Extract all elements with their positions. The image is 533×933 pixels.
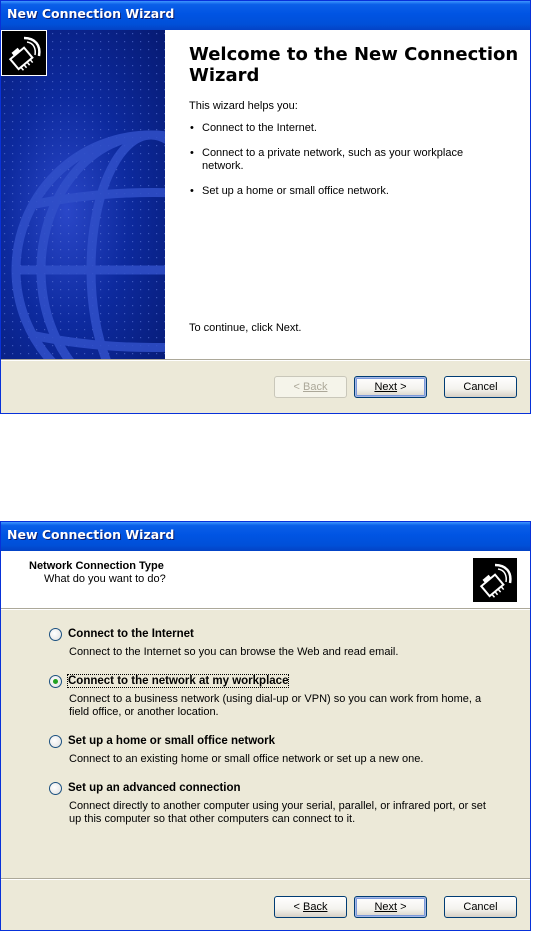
option-description: Connect directly to another computer usi… [69, 800, 486, 825]
page-subtitle: What do you want to do? [44, 573, 166, 585]
radio-button[interactable] [49, 734, 62, 748]
option-label[interactable]: Set up a home or small office network [68, 735, 275, 747]
connection-type-window: New Connection Wizard Network Connection… [0, 521, 531, 931]
back-button[interactable]: < Back [274, 896, 347, 918]
option-workplace[interactable]: Connect to the network at my workplace C… [49, 673, 509, 719]
welcome-body: Welcome to the New Connection Wizard Thi… [1, 30, 530, 359]
next-button[interactable]: Next > [354, 376, 427, 398]
list-item: • Set up a home or small office network. [190, 185, 389, 197]
connection-options: Connect to the Internet Connect to the I… [49, 626, 509, 840]
intro-text: This wizard helps you: [189, 100, 298, 112]
window-title: New Connection Wizard [7, 527, 175, 542]
option-label[interactable]: Connect to the Internet [68, 628, 194, 640]
option-description: Connect to an existing home or small off… [69, 753, 424, 765]
page-header: Network Connection Type What do you want… [1, 551, 530, 608]
network-cable-icon [1, 30, 47, 76]
cancel-button[interactable]: Cancel [444, 376, 517, 398]
divider [1, 878, 530, 880]
page-title: Network Connection Type [29, 560, 164, 572]
divider [1, 359, 530, 361]
option-description: Connect to a business network (using dia… [69, 693, 482, 718]
title-bar[interactable]: New Connection Wizard [1, 1, 530, 30]
list-item: • Connect to the Internet. [190, 122, 317, 134]
globe-graphic [1, 30, 165, 359]
option-label[interactable]: Connect to the network at my workplace [66, 674, 290, 688]
list-item: • Connect to a private network, such as y… [190, 147, 464, 172]
welcome-content: Welcome to the New Connection Wizard Thi… [189, 44, 519, 210]
bullet-icon: • [190, 147, 194, 159]
option-home-network[interactable]: Set up a home or small office network Co… [49, 733, 509, 766]
bullet-icon: • [190, 185, 194, 197]
window-title: New Connection Wizard [7, 6, 175, 21]
next-button[interactable]: Next > [354, 896, 427, 918]
cancel-button[interactable]: Cancel [444, 896, 517, 918]
continue-text: To continue, click Next. [189, 322, 302, 334]
option-internet[interactable]: Connect to the Internet Connect to the I… [49, 626, 509, 659]
welcome-wizard-window: New Connection Wizard Welcome to the New… [0, 0, 531, 414]
back-button[interactable]: < Back [274, 376, 347, 398]
option-label[interactable]: Set up an advanced connection [68, 782, 241, 794]
title-bar[interactable]: New Connection Wizard [1, 522, 530, 551]
divider [1, 608, 530, 610]
option-advanced[interactable]: Set up an advanced connection Connect di… [49, 780, 509, 826]
network-cable-icon [472, 557, 518, 603]
side-panel-globe [1, 30, 165, 359]
welcome-heading: Welcome to the New Connection Wizard [189, 44, 519, 86]
bullet-icon: • [190, 122, 194, 134]
feature-list: • Connect to the Internet. • Connect to a … [189, 122, 519, 198]
radio-button[interactable] [49, 627, 62, 641]
radio-button-selected[interactable] [49, 674, 62, 688]
option-description: Connect to the Internet so you can brows… [69, 646, 399, 658]
radio-button[interactable] [49, 781, 62, 795]
